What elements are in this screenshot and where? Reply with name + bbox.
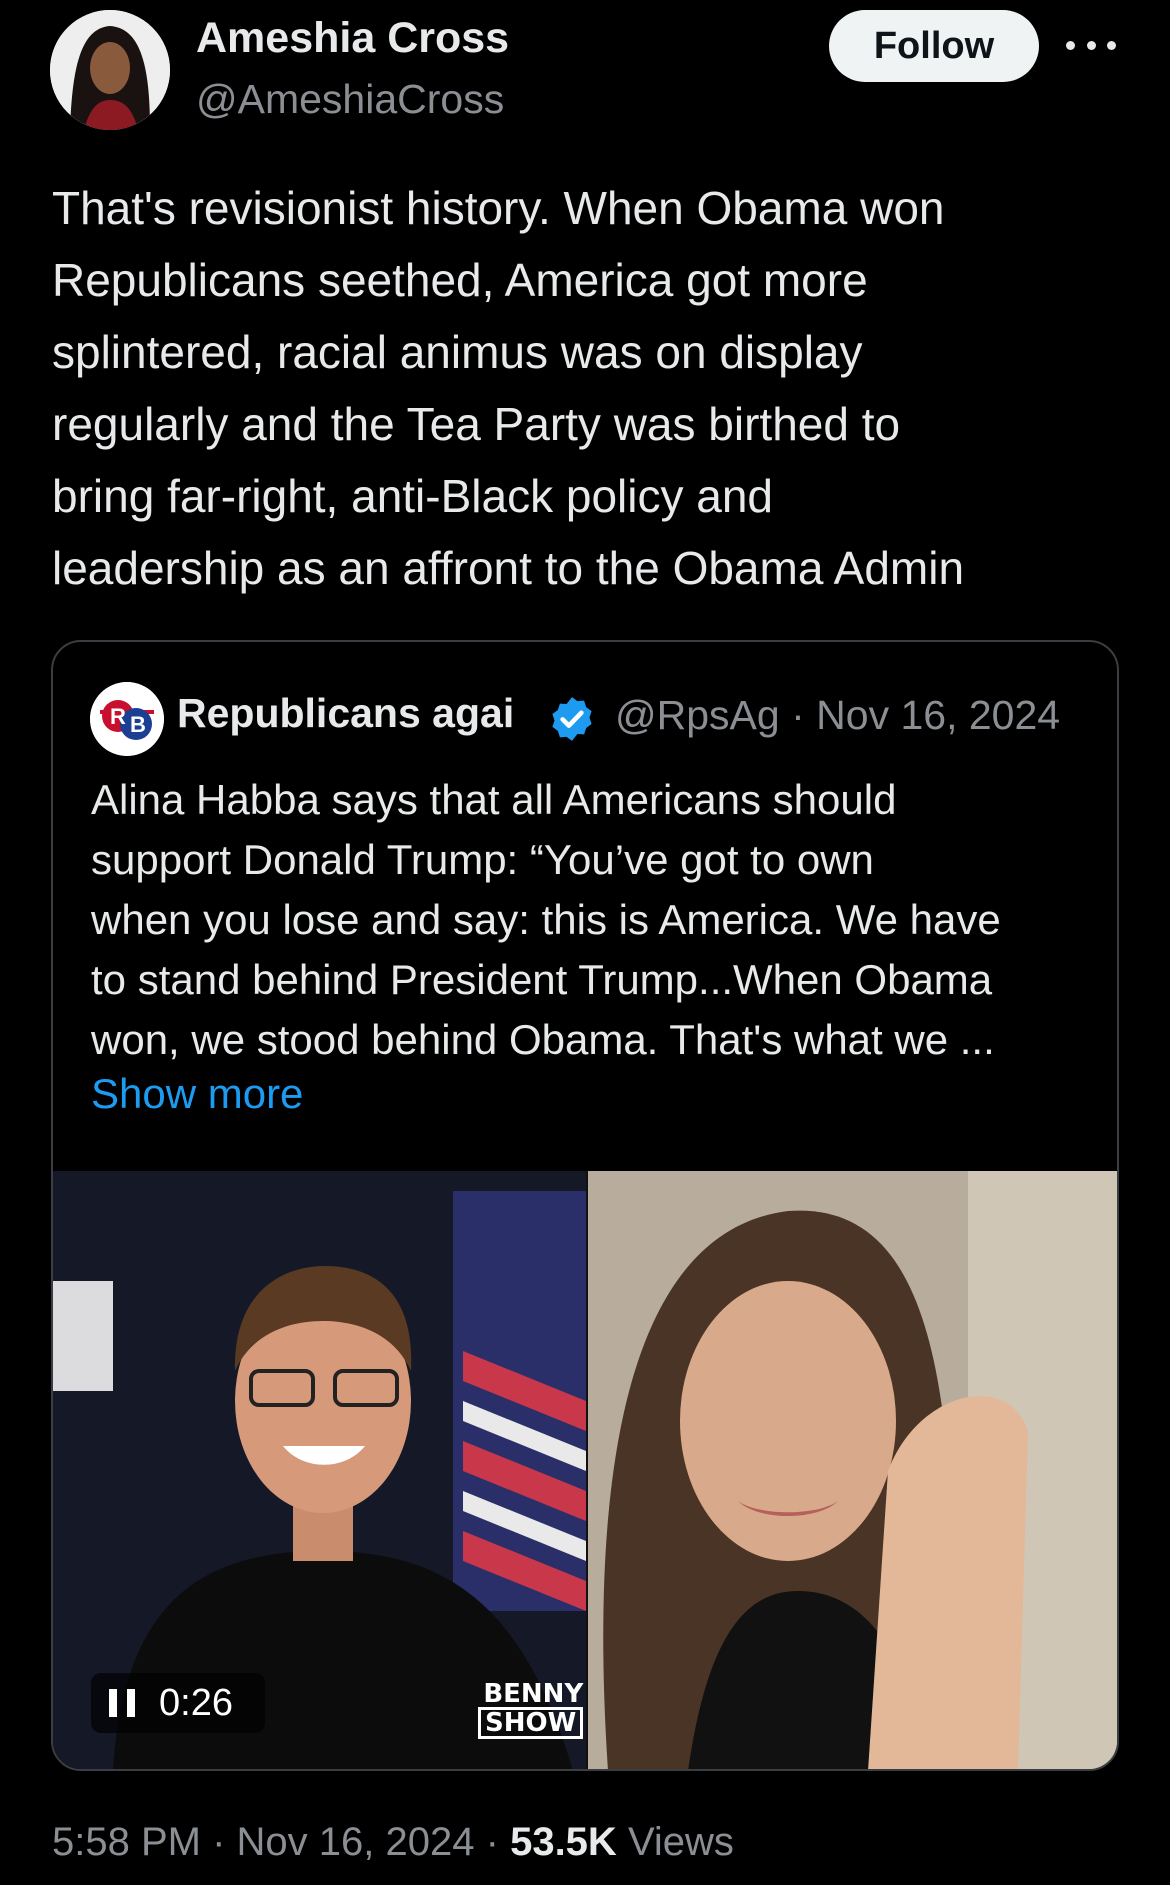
tweet-text: That's revisionist history. When Obama w… bbox=[52, 172, 1142, 604]
quoted-author-name[interactable]: Republicans agai bbox=[177, 690, 514, 737]
tweet-text-line: splintered, racial animus was on display bbox=[52, 326, 863, 378]
tweet-text-line: regularly and the Tea Party was birthed … bbox=[52, 398, 901, 450]
quoted-date[interactable]: Nov 16, 2024 bbox=[816, 692, 1060, 738]
video-time: 0:26 bbox=[159, 1681, 233, 1724]
meta-separator: · bbox=[212, 1820, 226, 1864]
quoted-text-line: support Donald Trump: “You’ve got to own bbox=[91, 836, 874, 883]
meta-separator: · bbox=[791, 692, 805, 738]
more-horizontal-icon[interactable] bbox=[1066, 30, 1116, 60]
meta-separator: · bbox=[485, 1820, 499, 1864]
quoted-meta: @RpsAg · Nov 16, 2024 bbox=[615, 692, 1060, 739]
svg-text:R: R bbox=[110, 704, 126, 729]
views-label: Views bbox=[627, 1820, 734, 1864]
video-right-panel bbox=[588, 1171, 1117, 1769]
tweet-text-line: That's revisionist history. When Obama w… bbox=[52, 182, 945, 234]
flag-icon bbox=[453, 1191, 586, 1611]
quoted-text-line: to stand behind President Trump...When O… bbox=[91, 956, 993, 1003]
tweet-text-line: bring far-right, anti-Black policy and bbox=[52, 470, 773, 522]
quoted-tweet-card[interactable]: R B Republicans agai @RpsAg · Nov 16, 20… bbox=[51, 640, 1119, 1771]
quoted-text-line: Alina Habba says that all Americans shou… bbox=[91, 776, 897, 823]
tweet-time[interactable]: 5:58 PM bbox=[52, 1820, 201, 1864]
show-watermark: BENNY SHOW bbox=[478, 1679, 584, 1739]
video-player[interactable]: 0:26 BENNY SHOW bbox=[53, 1171, 1117, 1769]
views-count[interactable]: 53.5K bbox=[510, 1820, 617, 1864]
profile-photo bbox=[50, 10, 170, 130]
rb-logo-icon: R B bbox=[90, 682, 164, 756]
tweet-text-line: Republicans seethed, America got more bbox=[52, 254, 868, 306]
author-display-name[interactable]: Ameshia Cross bbox=[196, 14, 509, 63]
video-controls[interactable]: 0:26 bbox=[91, 1673, 265, 1733]
follow-button[interactable]: Follow bbox=[829, 10, 1039, 82]
pause-icon[interactable] bbox=[109, 1689, 135, 1717]
watermark-line: BENNY bbox=[483, 1679, 584, 1709]
author-handle[interactable]: @AmeshiaCross bbox=[196, 76, 504, 123]
tweet-date[interactable]: Nov 16, 2024 bbox=[237, 1820, 475, 1864]
tweet-meta: 5:58 PM · Nov 16, 2024 · 53.5K Views bbox=[52, 1820, 734, 1865]
watermark-line: SHOW bbox=[478, 1707, 584, 1739]
quoted-author-avatar[interactable]: R B bbox=[90, 682, 164, 756]
quoted-handle[interactable]: @RpsAg bbox=[615, 692, 780, 738]
author-avatar[interactable] bbox=[50, 10, 170, 130]
video-frame-guest bbox=[588, 1171, 1117, 1769]
quoted-text-line: won, we stood behind Obama. That's what … bbox=[91, 1016, 995, 1063]
quoted-text-line: when you lose and say: this is America. … bbox=[91, 896, 1001, 943]
quoted-tweet-text: Alina Habba says that all Americans shou… bbox=[91, 770, 1091, 1070]
tweet-text-line: leadership as an affront to the Obama Ad… bbox=[52, 542, 965, 594]
verified-badge-icon bbox=[552, 697, 592, 741]
svg-text:B: B bbox=[130, 712, 146, 737]
show-more-link[interactable]: Show more bbox=[91, 1070, 303, 1118]
